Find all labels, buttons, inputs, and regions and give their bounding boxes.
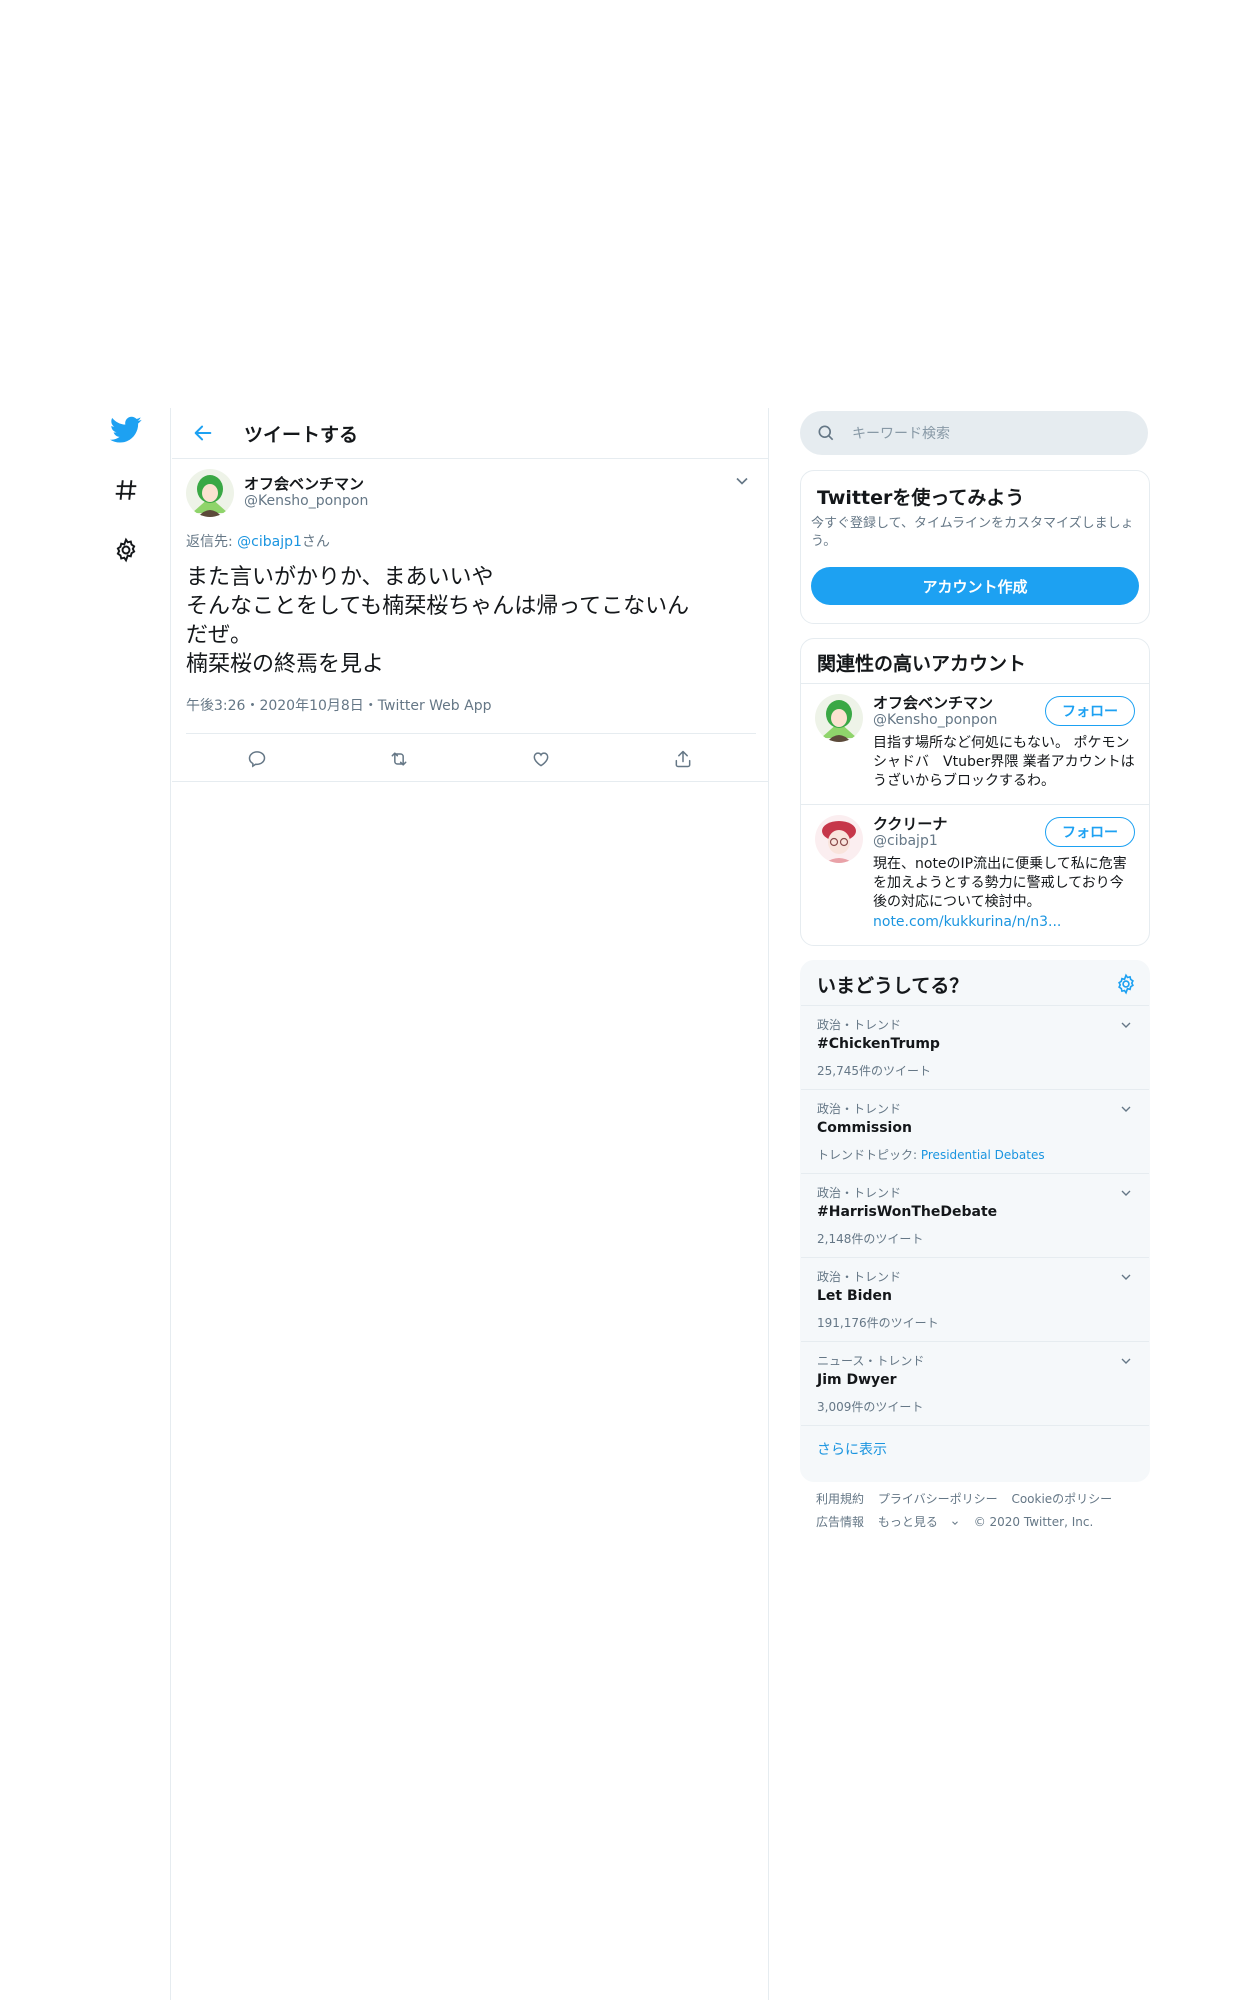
footer-links-row2: 広告情報 もっと見る © 2020 Twitter, Inc. [816, 1513, 1103, 1530]
chevron-down-icon[interactable] [1117, 1016, 1135, 1034]
footer-link-cookies[interactable]: Cookieのポリシー [1011, 1492, 1112, 1506]
footer-link-ads[interactable]: 広告情報 [816, 1515, 864, 1529]
tweet-text: また言いがかりか、まあいいや そんなことをしても楠栞桜ちゃんは帰ってこないん だ… [186, 565, 690, 677]
account-bio: 目指す場所など何処にもない。 ポケモン シャドバ Vtuber界隈 業者アカウン… [873, 735, 1144, 789]
share-icon[interactable] [668, 744, 698, 774]
trend-topic: トレンドトピック: Presidential Debates [817, 1146, 1045, 1163]
account-avatar[interactable] [815, 815, 863, 863]
account-name[interactable]: ククリーナ [873, 813, 947, 834]
show-more-link[interactable]: さらに表示 [817, 1439, 887, 1459]
account-handle[interactable]: @cibajp1 [873, 833, 938, 849]
trend-item[interactable]: 政治・トレンド Commission トレンドトピック: Presidentia… [801, 1089, 1149, 1174]
trend-category: ニュース・トレンド [817, 1354, 925, 1368]
page-header: ツイートする [172, 408, 768, 459]
footer-links-row1: 利用規約 プライバシーポリシー Cookieのポリシー [816, 1490, 1122, 1507]
trend-name: Jim Dwyer [817, 1372, 897, 1388]
trend-name: #HarrisWonTheDebate [817, 1204, 998, 1220]
account-bio: 現在、noteのIP流出に便乗して私に危害を加えようとする勢力に警戒しており今後… [873, 856, 1127, 910]
page-title: ツイートする [244, 424, 359, 446]
trend-name: Commission [817, 1120, 912, 1136]
search-bar [800, 411, 1148, 457]
account-avatar[interactable] [815, 694, 863, 742]
footer-link-terms[interactable]: 利用規約 [816, 1492, 864, 1506]
account-handle[interactable]: @Kensho_ponpon [873, 712, 997, 728]
footer-more-label: もっと見る [877, 1515, 938, 1529]
author-name[interactable]: オフ会ベンチマン [244, 473, 364, 494]
chevron-down-icon[interactable] [1117, 1352, 1135, 1370]
author-handle[interactable]: @Kensho_ponpon [244, 493, 368, 509]
account-name[interactable]: オフ会ベンチマン [873, 692, 993, 713]
explore-hashtag-icon[interactable] [108, 472, 144, 508]
back-arrow-icon[interactable] [188, 418, 218, 448]
related-title: 関連性の高いアカウント [817, 653, 1027, 675]
chevron-down-icon[interactable] [732, 471, 752, 491]
tweet: オフ会ベンチマン @Kensho_ponpon 返信先: @cibajp1さん … [172, 459, 768, 782]
search-input[interactable] [850, 411, 1134, 457]
chevron-down-icon[interactable] [1117, 1184, 1135, 1202]
trend-category: 政治・トレンド [817, 1018, 902, 1032]
create-account-button[interactable]: アカウント作成 [811, 567, 1139, 605]
follow-button[interactable]: フォロー [1045, 817, 1135, 847]
show-more-divider [801, 1425, 1149, 1426]
chevron-down-icon[interactable] [1117, 1268, 1135, 1286]
trend-item[interactable]: 政治・トレンド #ChickenTrump 25,745件のツイート [801, 1005, 1149, 1090]
reply-suffix: さん [301, 534, 330, 550]
trend-count: 25,745件のツイート [817, 1064, 931, 1078]
related-accounts-card: 関連性の高いアカウント オフ会ベンチマン @Kensho_ponpon フォロー… [800, 638, 1150, 946]
trend-topic-link[interactable]: Presidential Debates [921, 1148, 1045, 1162]
account-bio-link[interactable]: note.com/kukkurina/n/n3... [873, 913, 1061, 932]
trend-category: 政治・トレンド [817, 1270, 902, 1284]
retweet-icon[interactable] [384, 744, 414, 774]
column-divider-right [768, 408, 769, 2000]
reply-icon[interactable] [242, 744, 272, 774]
tweet-meta[interactable]: 午後3:26・2020年10月8日・Twitter Web App [186, 695, 491, 715]
like-heart-icon[interactable] [526, 744, 556, 774]
signup-description: 今すぐ登録して、タイムラインをカスタマイズしましょう。 [811, 516, 1134, 549]
reply-to-handle[interactable]: @cibajp1 [237, 534, 302, 550]
tweet-actions [186, 733, 756, 782]
related-account-item[interactable]: ククリーナ @cibajp1 フォロー 現在、noteのIP流出に便乗して私に危… [801, 805, 1149, 943]
signup-title: Twitterを使ってみよう [817, 487, 1025, 509]
trend-count: 191,176件のツイート [817, 1316, 939, 1330]
trends-title: いまどうしてる？ [817, 975, 969, 997]
related-account-item[interactable]: オフ会ベンチマン @Kensho_ponpon フォロー 目指す場所など何処にも… [801, 684, 1149, 804]
signup-card: Twitterを使ってみよう 今すぐ登録して、タイムラインをカスタマイズしましょ… [800, 470, 1150, 624]
trend-item[interactable]: ニュース・トレンド Jim Dwyer 3,009件のツイート [801, 1341, 1149, 1426]
reply-to-line: 返信先: @cibajp1さん [186, 531, 330, 551]
footer-link-privacy[interactable]: プライバシーポリシー [878, 1492, 998, 1506]
settings-gear-icon[interactable] [108, 532, 144, 568]
footer-copyright: © 2020 Twitter, Inc. [973, 1515, 1094, 1529]
chevron-down-icon[interactable] [1117, 1100, 1135, 1118]
trend-category: 政治・トレンド [817, 1186, 902, 1200]
twitter-logo-icon[interactable] [108, 412, 144, 448]
trend-topic-prefix: トレンドトピック: [817, 1148, 921, 1162]
trend-category: 政治・トレンド [817, 1102, 902, 1116]
trend-item[interactable]: 政治・トレンド Let Biden 191,176件のツイート [801, 1257, 1149, 1342]
trend-count: 3,009件のツイート [817, 1400, 924, 1414]
trend-name: Let Biden [817, 1288, 892, 1304]
trend-count: 2,148件のツイート [817, 1232, 924, 1246]
author-avatar[interactable] [186, 469, 234, 517]
trends-settings-gear-icon[interactable] [1115, 973, 1137, 995]
trend-name: #ChickenTrump [817, 1036, 940, 1052]
follow-button[interactable]: フォロー [1045, 696, 1135, 726]
trends-card: いまどうしてる？ 政治・トレンド #ChickenTrump 25,745件のツ… [800, 960, 1150, 1482]
search-icon [816, 423, 836, 443]
chevron-down-icon [951, 1520, 958, 1525]
trend-item[interactable]: 政治・トレンド #HarrisWonTheDebate 2,148件のツイート [801, 1173, 1149, 1258]
reply-prefix: 返信先: [186, 534, 238, 550]
column-divider-left [170, 408, 171, 2000]
footer-link-more[interactable]: もっと見る [878, 1515, 960, 1529]
